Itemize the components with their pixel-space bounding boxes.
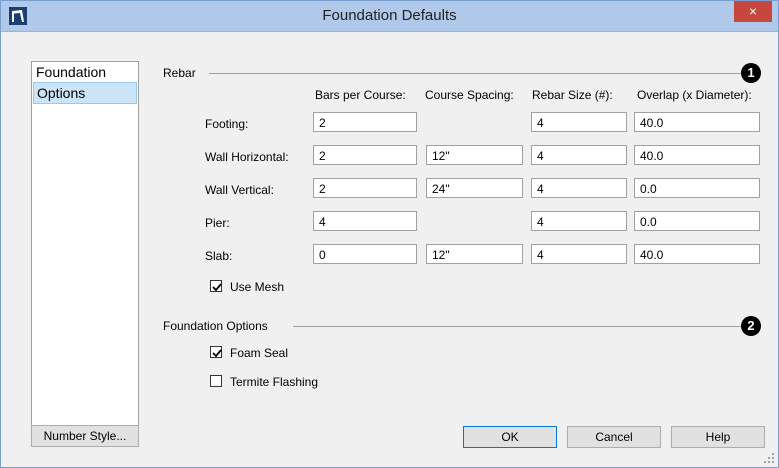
nav-item-options[interactable]: Options xyxy=(33,82,137,104)
row-label-slab: Slab: xyxy=(205,249,233,263)
resize-grip-icon[interactable] xyxy=(764,453,774,463)
foam-seal-checkbox[interactable] xyxy=(210,346,222,358)
callout-badge-2: 2 xyxy=(741,316,761,336)
window-title: Foundation Defaults xyxy=(322,7,457,24)
slab-spacing-input[interactable]: 12" xyxy=(426,244,523,264)
wall-vertical-size-input[interactable]: 4 xyxy=(531,178,627,198)
wall-vertical-bars-input[interactable]: 2 xyxy=(313,178,417,198)
use-mesh-checkbox[interactable] xyxy=(210,280,222,292)
footing-size-input[interactable]: 4 xyxy=(531,112,627,132)
row-label-wall-vertical: Wall Vertical: xyxy=(205,183,274,197)
termite-flashing-checkbox[interactable] xyxy=(210,375,222,387)
pier-size-input[interactable]: 4 xyxy=(531,211,627,231)
rebar-divider xyxy=(209,73,741,74)
dialog-body: Foundation Options Rebar 1 Bars per Cour… xyxy=(1,32,778,467)
wall-horizontal-overlap-input[interactable]: 40.0 xyxy=(634,145,760,165)
column-header-overlap: Overlap (x Diameter): xyxy=(637,88,752,102)
row-label-pier: Pier: xyxy=(205,216,230,230)
checkmark-icon xyxy=(212,349,222,358)
foundation-options-group-label: Foundation Options xyxy=(163,319,268,333)
wall-horizontal-spacing-input[interactable]: 12" xyxy=(426,145,523,165)
category-list: Foundation Options xyxy=(31,61,139,441)
checkmark-icon xyxy=(212,283,222,292)
pier-bars-input[interactable]: 4 xyxy=(313,211,417,231)
use-mesh-label[interactable]: Use Mesh xyxy=(230,280,284,294)
cancel-button[interactable]: Cancel xyxy=(567,426,661,448)
pier-overlap-input[interactable]: 0.0 xyxy=(634,211,760,231)
wall-vertical-overlap-input[interactable]: 0.0 xyxy=(634,178,760,198)
footing-overlap-input[interactable]: 40.0 xyxy=(634,112,760,132)
foundation-defaults-dialog: Foundation Defaults × Foundation Options… xyxy=(0,0,779,468)
row-label-wall-horizontal: Wall Horizontal: xyxy=(205,150,289,164)
callout-badge-1: 1 xyxy=(741,63,761,83)
slab-bars-input[interactable]: 0 xyxy=(313,244,417,264)
column-header-bars: Bars per Course: xyxy=(315,88,406,102)
close-icon: × xyxy=(748,3,758,19)
close-button[interactable]: × xyxy=(734,1,772,22)
nav-item-foundation[interactable]: Foundation xyxy=(32,62,138,82)
number-style-button[interactable]: Number Style... xyxy=(31,425,139,447)
wall-horizontal-size-input[interactable]: 4 xyxy=(531,145,627,165)
wall-vertical-spacing-input[interactable]: 24" xyxy=(426,178,523,198)
ok-button[interactable]: OK xyxy=(463,426,557,448)
slab-size-input[interactable]: 4 xyxy=(531,244,627,264)
column-header-size: Rebar Size (#): xyxy=(532,88,613,102)
termite-flashing-label[interactable]: Termite Flashing xyxy=(230,375,318,389)
wall-horizontal-bars-input[interactable]: 2 xyxy=(313,145,417,165)
help-button[interactable]: Help xyxy=(671,426,765,448)
foundation-options-divider xyxy=(293,326,741,327)
title-bar: Foundation Defaults × xyxy=(1,1,778,32)
column-header-spacing: Course Spacing: xyxy=(425,88,514,102)
footing-bars-input[interactable]: 2 xyxy=(313,112,417,132)
rebar-group-label: Rebar xyxy=(163,66,196,80)
row-label-footing: Footing: xyxy=(205,117,249,131)
foam-seal-label[interactable]: Foam Seal xyxy=(230,346,288,360)
slab-overlap-input[interactable]: 40.0 xyxy=(634,244,760,264)
